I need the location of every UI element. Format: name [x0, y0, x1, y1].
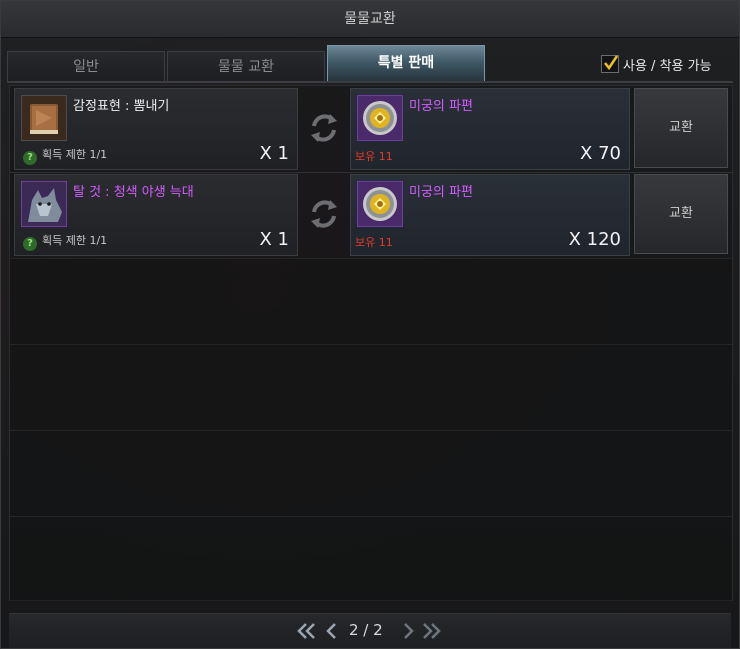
help-icon[interactable]: ?: [23, 151, 37, 165]
give-quantity: X 1: [259, 143, 289, 164]
tab-divider: [7, 81, 733, 83]
usable-filter[interactable]: 사용 / 착용 가능: [601, 55, 712, 75]
empty-slot: [10, 516, 732, 602]
get-item-panel: 미궁의 파편 보유 11 X 70: [350, 88, 630, 170]
owned-count: 보유 11: [355, 150, 393, 163]
exchange-arrows-icon: [306, 108, 342, 148]
exchange-row: 감정표현 : 뽐내기 ? 획득 제한 1/1 X 1 미궁의 파편 보유 11 …: [10, 86, 732, 173]
exchange-arrows-icon: [306, 194, 342, 234]
exchange-list: 감정표현 : 뽐내기 ? 획득 제한 1/1 X 1 미궁의 파편 보유 11 …: [9, 85, 733, 602]
cost-quantity: X 120: [568, 229, 621, 250]
give-item-panel: 감정표현 : 뽐내기 ? 획득 제한 1/1 X 1: [14, 88, 298, 170]
pagination: 2 / 2: [9, 613, 731, 648]
empty-slot: [10, 430, 732, 517]
acquire-limit-text: 획득 제한 1/1: [42, 234, 108, 247]
last-page-button[interactable]: [421, 620, 443, 646]
get-item-name: 미궁의 파편: [409, 99, 473, 114]
help-icon[interactable]: ?: [23, 237, 37, 251]
chevron-right-icon: [404, 623, 414, 639]
exchange-row: 탈 것 : 청색 야생 늑대 ? 획득 제한 1/1 X 1 미궁의 파편 보유…: [10, 172, 732, 259]
chevron-left-icon: [326, 623, 336, 639]
tab-special-sale[interactable]: 특별 판매: [327, 45, 485, 82]
tab-barter[interactable]: 물물 교환: [167, 51, 325, 82]
first-page-button[interactable]: [295, 620, 317, 646]
owned-count: 보유 11: [355, 236, 393, 249]
cost-quantity: X 70: [580, 143, 621, 164]
exchange-button[interactable]: 교환: [634, 88, 728, 168]
exchange-button[interactable]: 교환: [634, 174, 728, 254]
get-item-name: 미궁의 파편: [409, 185, 473, 200]
next-page-button[interactable]: [397, 620, 419, 646]
double-chevron-right-icon: [423, 623, 441, 639]
wolf-mount-icon: [21, 181, 67, 227]
book-icon: [21, 95, 67, 141]
give-item-name: 탈 것 : 청색 야생 늑대: [73, 185, 194, 200]
get-item-panel: 미궁의 파편 보유 11 X 120: [350, 174, 630, 256]
page-indicator: 2 / 2: [349, 621, 383, 639]
give-item-panel: 탈 것 : 청색 야생 늑대 ? 획득 제한 1/1 X 1: [14, 174, 298, 256]
acquire-limit: ? 획득 제한 1/1: [23, 232, 107, 251]
barter-window: 물물교환 일반 물물 교환 특별 판매 사용 / 착용 가능 감정표현: 뽐내…: [0, 0, 740, 649]
usable-checkbox[interactable]: [601, 55, 619, 73]
labyrinth-shard-icon: [357, 95, 403, 141]
acquire-limit: ? 획득 제한 1/1: [23, 146, 107, 165]
give-item-name: 감정표현 : 뽐내기: [73, 99, 170, 114]
double-chevron-left-icon: [297, 623, 315, 639]
acquire-limit-text: 획득 제한 1/1: [42, 148, 108, 161]
labyrinth-shard-icon: [357, 181, 403, 227]
checkmark-icon: [604, 55, 619, 71]
prev-page-button[interactable]: [321, 620, 343, 646]
give-quantity: X 1: [259, 229, 289, 250]
empty-slot: [10, 258, 732, 345]
window-title: 물물교환: [1, 1, 739, 38]
empty-slot: [10, 344, 732, 431]
tab-general[interactable]: 일반: [7, 51, 165, 82]
usable-filter-label: 사용 / 착용 가능: [623, 59, 712, 74]
